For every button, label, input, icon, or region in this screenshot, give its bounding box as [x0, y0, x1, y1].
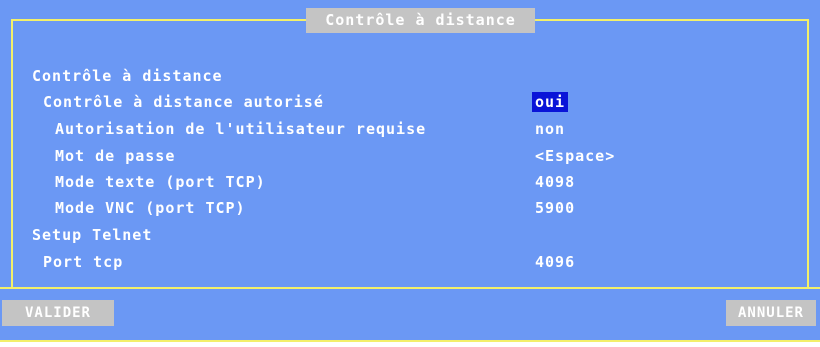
remote-control-allowed-label: Contrôle à distance autorisé — [43, 93, 324, 111]
telnet-port-label: Port tcp — [43, 253, 124, 271]
bottom-border — [0, 340, 820, 342]
middle-separator — [0, 287, 820, 289]
right-border — [807, 19, 809, 289]
section-header-telnet: Setup Telnet — [32, 226, 153, 244]
text-mode-port-value[interactable]: 4098 — [535, 172, 575, 192]
password-label: Mot de passe — [55, 147, 176, 165]
telnet-port-value[interactable]: 4096 — [535, 252, 575, 272]
left-border — [11, 19, 13, 289]
dialog-panel: Contrôle à distance Contrôle à distance … — [0, 0, 820, 342]
vnc-mode-port-value[interactable]: 5900 — [535, 198, 575, 218]
top-border-left — [11, 19, 307, 21]
text-mode-port-label: Mode texte (port TCP) — [55, 173, 266, 191]
top-border-right — [534, 19, 809, 21]
user-authorization-value[interactable]: non — [535, 119, 565, 139]
section-header-remote-control: Contrôle à distance — [32, 67, 223, 85]
password-value[interactable]: <Espace> — [535, 146, 615, 166]
remote-control-allowed-value[interactable]: oui — [532, 92, 569, 112]
user-authorization-label: Autorisation de l'utilisateur requise — [55, 120, 427, 138]
cancel-button[interactable]: ANNULER — [726, 300, 816, 326]
window-title: Contrôle à distance — [306, 8, 535, 33]
vnc-mode-port-label: Mode VNC (port TCP) — [55, 199, 246, 217]
validate-button[interactable]: VALIDER — [2, 300, 114, 326]
